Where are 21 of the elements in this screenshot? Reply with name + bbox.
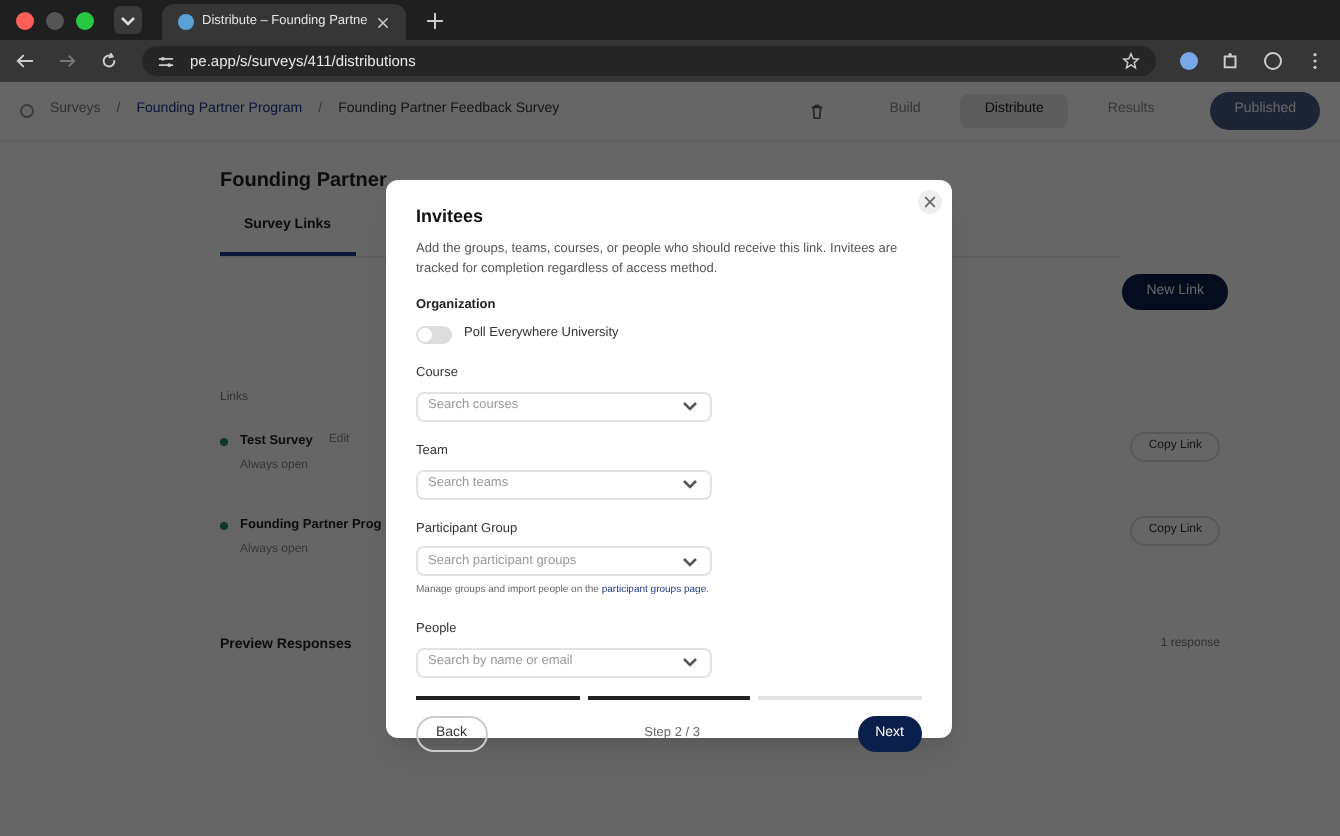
plus-icon[interactable]	[426, 11, 444, 29]
profile-icon[interactable]	[1264, 52, 1282, 70]
favicon-icon	[178, 14, 194, 30]
maximize-window-icon[interactable]	[76, 11, 94, 29]
trash-icon[interactable]	[807, 102, 826, 120]
chevron-down-icon	[680, 474, 700, 494]
back-arrow-icon[interactable]	[16, 52, 34, 70]
toggle-switch[interactable]	[416, 325, 452, 344]
close-icon[interactable]	[376, 15, 390, 29]
forward-arrow-icon[interactable]	[58, 52, 76, 70]
close-window-icon[interactable]	[16, 11, 34, 29]
chevron-down-icon[interactable]	[114, 6, 142, 34]
sliders-icon	[158, 53, 174, 69]
dialog-title: Invitees	[416, 204, 486, 230]
close-icon	[924, 196, 936, 208]
chevron-down-icon	[680, 652, 700, 672]
page-title: Founding Partner	[220, 168, 387, 196]
extension-icon[interactable]	[1180, 52, 1198, 70]
star-icon[interactable]	[1122, 52, 1140, 70]
reload-icon[interactable]	[100, 52, 118, 70]
close-button[interactable]	[918, 190, 942, 214]
